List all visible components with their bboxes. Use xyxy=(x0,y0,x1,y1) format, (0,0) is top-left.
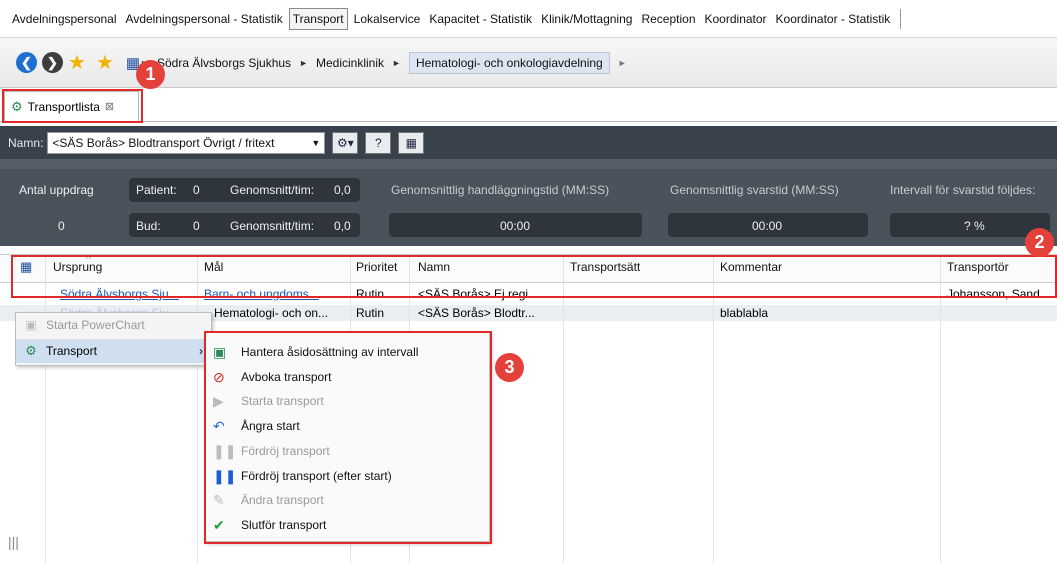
breadcrumb-arrow-icon[interactable]: ► xyxy=(618,58,627,68)
snitt-patient-label: Genomsnitt/tim: xyxy=(230,183,315,197)
intervall-value: ? % xyxy=(964,219,985,233)
intervall-label: Intervall för svarstid följdes: xyxy=(890,183,1036,197)
menu-item-label: Starta PowerChart xyxy=(46,318,145,332)
patient-label: Patient: xyxy=(136,183,177,197)
menu-tab-reception[interactable]: Reception xyxy=(638,9,698,29)
help-icon[interactable]: ? xyxy=(365,131,392,154)
menu-tab-avdelningspersonal[interactable]: Avdelningspersonal xyxy=(9,9,120,29)
annotation-badge-1: 1 xyxy=(136,60,165,89)
handlaggningstid-value: 00:00 xyxy=(500,219,531,233)
menu-item-label: Transport xyxy=(46,344,97,358)
menu-tab-avdelningspersonal-statistik[interactable]: Avdelningspersonal - Statistik xyxy=(123,9,286,29)
breadcrumb-arrow-icon: ► xyxy=(392,57,401,68)
row2-mal[interactable]: Hematologi- och on... xyxy=(214,306,328,320)
menu-tab-lokalservice[interactable]: Lokalservice xyxy=(351,9,424,29)
menu-item-transport[interactable]: ⚙ Transport › xyxy=(16,339,211,363)
favorites-list-icon[interactable]: ★ xyxy=(96,50,114,75)
collapse-handle-icon[interactable]: ||| xyxy=(8,534,19,550)
menu-tab-kapacitet-statistik[interactable]: Kapacitet - Statistik xyxy=(426,9,535,29)
bud-value: 0 xyxy=(193,219,200,233)
handlaggningstid-label: Genomsnittlig handläggningstid (MM:SS) xyxy=(391,183,610,197)
row2-namn: <SÄS Borås> Blodtr... xyxy=(418,306,535,320)
menu-tab-koordinator-statistik[interactable]: Koordinator - Statistik xyxy=(773,9,894,29)
snitt-bud-value: 0,0 xyxy=(334,219,351,233)
annotation-box-1 xyxy=(2,89,143,123)
breadcrumb-department[interactable]: Hematologi- och onkologiavdelning xyxy=(408,51,610,74)
antal-uppdrag-label: Antal uppdrag xyxy=(19,183,94,197)
bud-label: Bud: xyxy=(136,219,161,233)
menu-item-starta-powerchart[interactable]: ▣ Starta PowerChart xyxy=(16,313,211,337)
menu-tab-klinik-mottagning[interactable]: Klinik/Mottagning xyxy=(538,9,635,29)
calendar-icon[interactable]: ▦ xyxy=(398,131,425,154)
annotation-box-2 xyxy=(11,255,1057,298)
toolbar-divider xyxy=(0,159,1057,169)
annotation-box-3 xyxy=(204,331,492,544)
module-menu-bar: Avdelningspersonal Avdelningspersonal - … xyxy=(0,0,1057,38)
list-toolbar: Namn: <SÄS Borås> Blodtransport Övrigt /… xyxy=(0,126,1057,159)
menu-tab-koordinator[interactable]: Koordinator xyxy=(702,9,770,29)
back-arrow-icon[interactable]: ❮ xyxy=(16,52,37,73)
context-menu: ▣ Starta PowerChart ⚙ Transport › xyxy=(15,312,212,366)
snitt-bud-label: Genomsnitt/tim: xyxy=(230,219,315,233)
transport-grid: ▦ ^ Ursprung Mål Prioritet Namn Transpor… xyxy=(0,254,1057,563)
tab-strip xyxy=(0,88,1057,122)
powerchart-icon: ▣ xyxy=(25,318,37,332)
antal-uppdrag-value: 0 xyxy=(58,219,65,233)
row2-prioritet: Rutin xyxy=(356,306,385,320)
snitt-patient-value: 0,0 xyxy=(334,183,351,197)
name-select-value: <SÄS Borås> Blodtransport Övrigt / frite… xyxy=(52,135,275,150)
annotation-badge-3: 3 xyxy=(495,353,524,382)
transport-actions-icon[interactable]: ⚙▾ xyxy=(332,131,359,154)
patient-value: 0 xyxy=(193,183,200,197)
svarstid-value: 00:00 xyxy=(752,219,783,233)
breadcrumb-arrow-icon: ► xyxy=(299,57,308,68)
statistics-panel: Antal uppdrag 0 Patient: 0 Genomsnitt/ti… xyxy=(0,169,1057,246)
row2-kommentar: blablabla xyxy=(720,306,769,320)
favorite-star-icon[interactable]: ★ xyxy=(68,50,86,75)
name-select[interactable]: <SÄS Borås> Blodtransport Övrigt / frite… xyxy=(47,131,326,154)
svarstid-label: Genomsnittlig svarstid (MM:SS) xyxy=(670,183,839,197)
menu-tab-transport[interactable]: Transport xyxy=(288,7,348,30)
annotation-badge-2: 2 xyxy=(1025,228,1054,257)
chevron-down-icon: ▼ xyxy=(311,137,321,148)
breadcrumb-hospital[interactable]: Södra Älvsborgs Sjukhus xyxy=(157,56,291,70)
name-label: Namn: xyxy=(8,135,44,150)
submenu-arrow-icon: › xyxy=(199,344,203,358)
menu-separator xyxy=(900,8,902,29)
breadcrumb-clinic[interactable]: Medicinklinik xyxy=(316,56,384,70)
transport-icon: ⚙ xyxy=(25,343,37,358)
forward-arrow-icon[interactable]: ❯ xyxy=(42,52,63,73)
